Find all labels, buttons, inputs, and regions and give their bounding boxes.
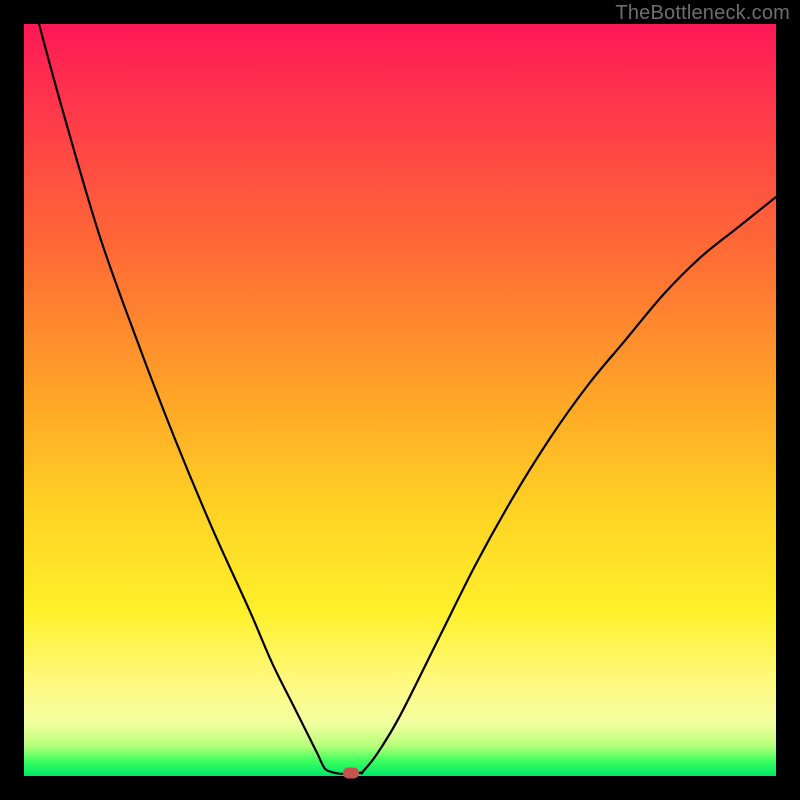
bottleneck-curve <box>24 24 776 776</box>
chart-frame: TheBottleneck.com <box>0 0 800 800</box>
curve-path <box>39 24 776 774</box>
watermark-text: TheBottleneck.com <box>615 2 790 25</box>
optimal-point-marker <box>343 767 359 778</box>
plot-area <box>24 24 776 776</box>
